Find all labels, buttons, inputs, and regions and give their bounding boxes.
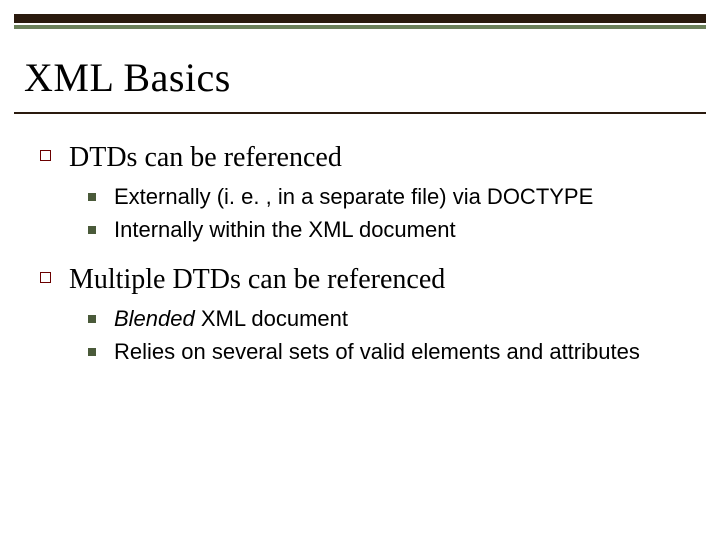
bullet-level2: Externally (i. e. , in a separate file) … xyxy=(88,183,690,212)
bullet-text: Multiple DTDs can be referenced xyxy=(69,262,445,297)
bullet-level2: Internally within the XML document xyxy=(88,216,690,245)
filled-square-icon xyxy=(88,193,96,201)
hollow-square-icon xyxy=(40,272,51,283)
filled-square-icon xyxy=(88,226,96,234)
slide-title: XML Basics xyxy=(24,54,231,101)
bullet-text: Externally (i. e. , in a separate file) … xyxy=(114,183,593,212)
bullet-level1: DTDs can be referenced xyxy=(40,140,690,175)
bullet-text: Blended XML document xyxy=(114,305,348,334)
bullet-text: DTDs can be referenced xyxy=(69,140,342,175)
slide: XML Basics DTDs can be referenced Extern… xyxy=(0,0,720,540)
title-underline xyxy=(14,112,706,114)
sublist: Blended XML document Relies on several s… xyxy=(88,305,690,366)
italic-text: Blended xyxy=(114,306,195,331)
decor-bar-dark xyxy=(14,14,706,23)
sublist: Externally (i. e. , in a separate file) … xyxy=(88,183,690,244)
bullet-level2: Blended XML document xyxy=(88,305,690,334)
decor-bar-green xyxy=(14,25,706,29)
plain-text: XML document xyxy=(195,306,348,331)
slide-content: DTDs can be referenced Externally (i. e.… xyxy=(40,140,690,384)
filled-square-icon xyxy=(88,348,96,356)
bullet-text: Relies on several sets of valid elements… xyxy=(114,338,640,367)
bullet-level1: Multiple DTDs can be referenced xyxy=(40,262,690,297)
hollow-square-icon xyxy=(40,150,51,161)
filled-square-icon xyxy=(88,315,96,323)
bullet-text: Internally within the XML document xyxy=(114,216,456,245)
bullet-level2: Relies on several sets of valid elements… xyxy=(88,338,690,367)
